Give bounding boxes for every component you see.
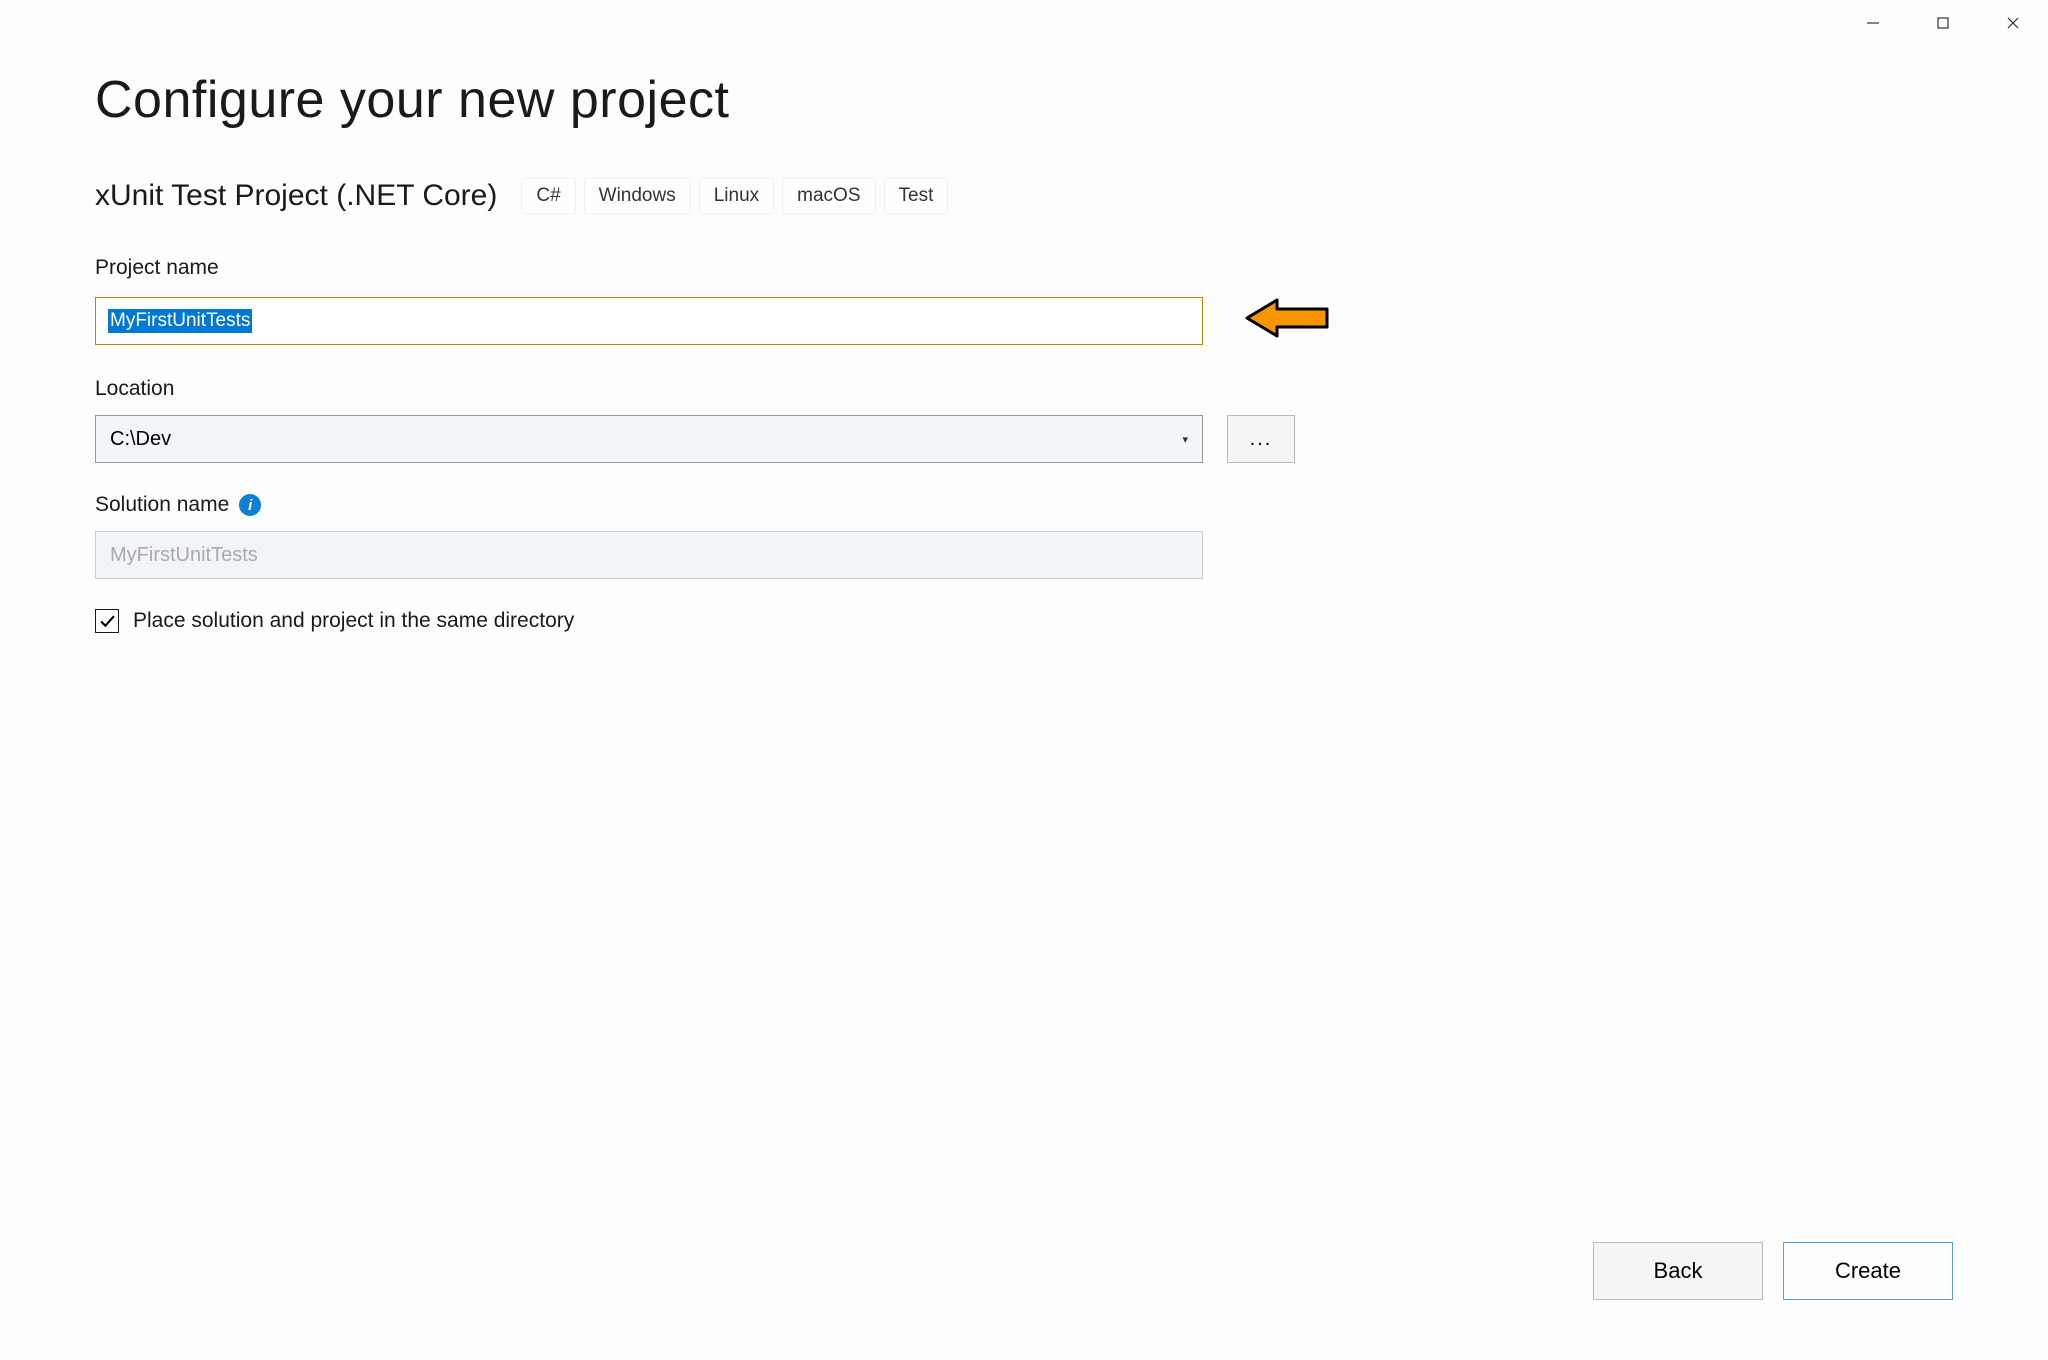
tag: Windows xyxy=(584,178,691,214)
minimize-button[interactable] xyxy=(1838,0,1908,46)
page-title: Configure your new project xyxy=(95,70,1953,130)
footer-buttons: Back Create xyxy=(1593,1242,1953,1300)
same-directory-checkbox[interactable] xyxy=(95,609,119,633)
close-button[interactable] xyxy=(1978,0,2048,46)
tag: Linux xyxy=(699,178,774,214)
project-name-label: Project name xyxy=(95,256,1953,280)
location-dropdown[interactable]: C:\Dev ▾ xyxy=(95,415,1203,463)
solution-name-field: Solution name i MyFirstUnitTests xyxy=(95,493,1953,579)
tag: macOS xyxy=(782,178,875,214)
solution-name-label: Solution name i xyxy=(95,493,1953,517)
location-label: Location xyxy=(95,377,1953,401)
tag: C# xyxy=(521,178,575,214)
solution-name-placeholder: MyFirstUnitTests xyxy=(110,544,258,567)
project-name-input[interactable]: MyFirstUnitTests xyxy=(95,297,1203,345)
solution-name-label-text: Solution name xyxy=(95,493,229,517)
project-type-label: xUnit Test Project (.NET Core) xyxy=(95,179,497,213)
location-field: Location C:\Dev ▾ ... xyxy=(95,377,1953,463)
arrow-left-icon xyxy=(1243,294,1331,347)
chevron-down-icon: ▾ xyxy=(1182,433,1188,446)
same-directory-label: Place solution and project in the same d… xyxy=(133,609,574,633)
window-controls xyxy=(1838,0,2048,46)
back-button[interactable]: Back xyxy=(1593,1242,1763,1300)
close-icon xyxy=(2005,15,2021,31)
maximize-button[interactable] xyxy=(1908,0,1978,46)
maximize-icon xyxy=(1935,15,1951,31)
solution-name-input[interactable]: MyFirstUnitTests xyxy=(95,531,1203,579)
project-name-value: MyFirstUnitTests xyxy=(108,309,252,333)
checkmark-icon xyxy=(99,613,116,630)
project-type-row: xUnit Test Project (.NET Core) C# Window… xyxy=(95,178,1953,214)
create-button[interactable]: Create xyxy=(1783,1242,1953,1300)
project-tags: C# Windows Linux macOS Test xyxy=(521,178,948,214)
project-name-field: Project name MyFirstUnitTests xyxy=(95,256,1953,347)
info-icon[interactable]: i xyxy=(239,494,261,516)
minimize-icon xyxy=(1865,15,1881,31)
same-directory-row: Place solution and project in the same d… xyxy=(95,609,1953,633)
browse-button[interactable]: ... xyxy=(1227,415,1295,463)
tag: Test xyxy=(884,178,949,214)
location-value: C:\Dev xyxy=(110,428,171,451)
